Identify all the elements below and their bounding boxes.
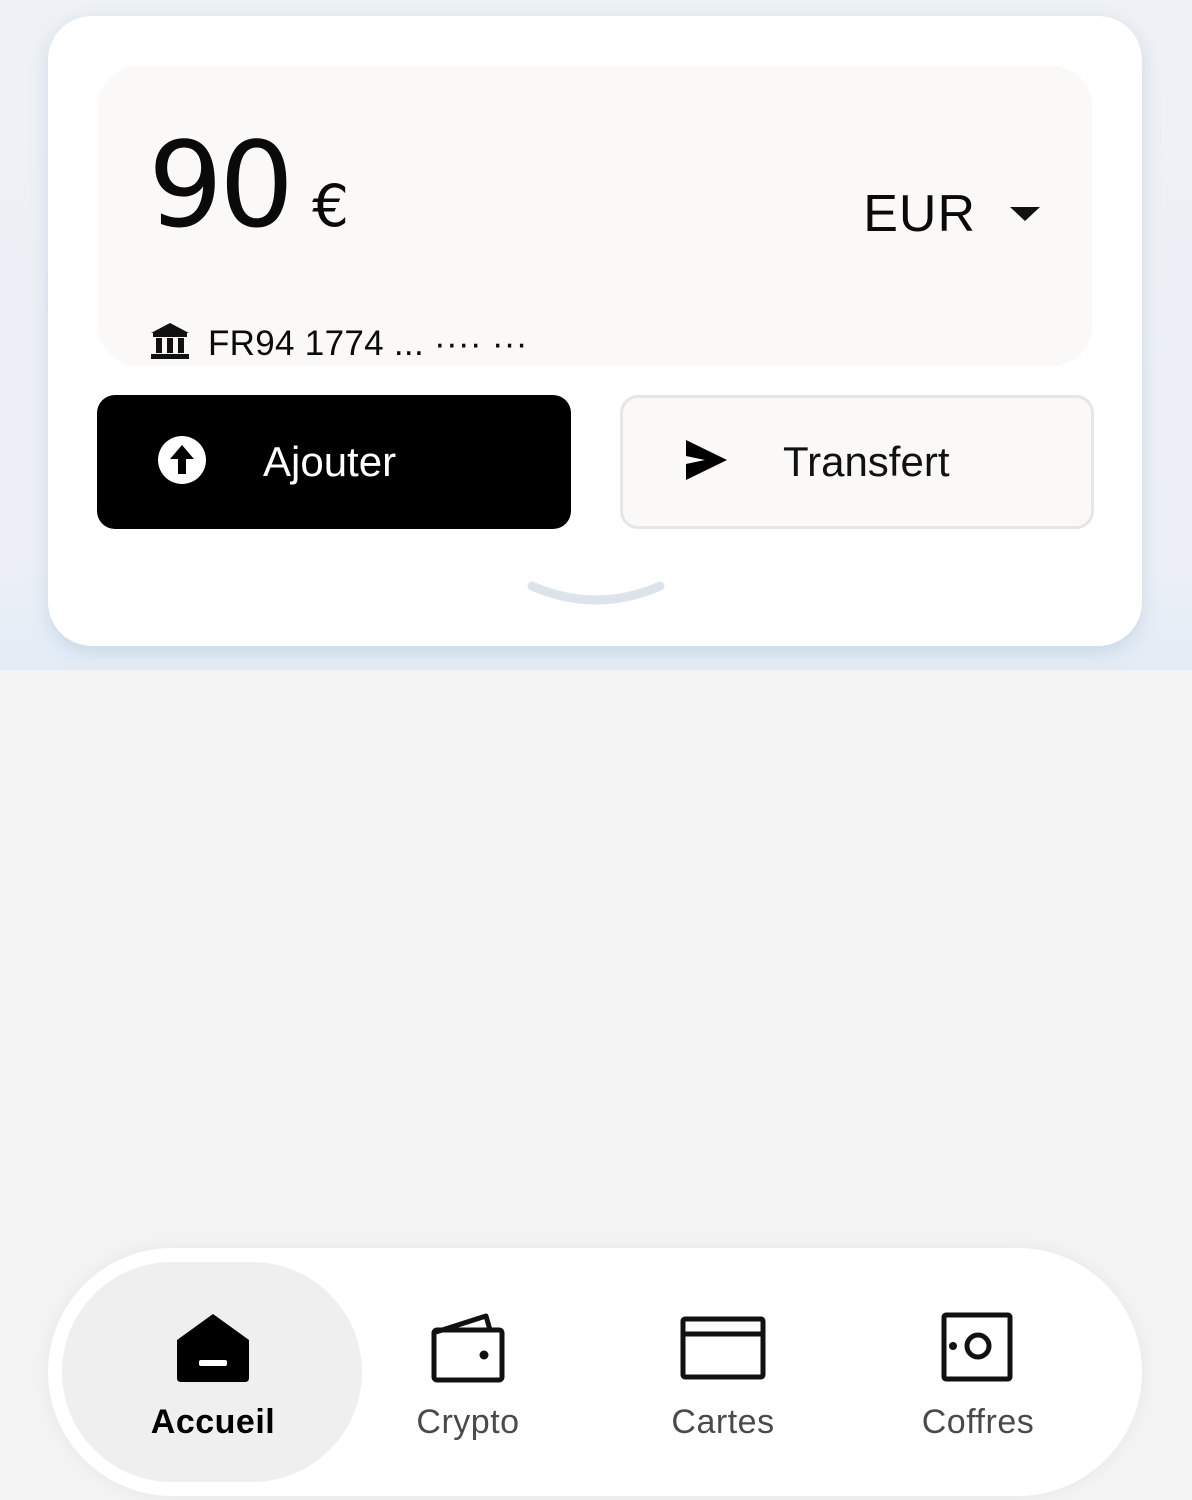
wallet-icon <box>430 1312 506 1389</box>
caret-down-icon <box>1010 207 1040 221</box>
home-icon <box>175 1312 251 1389</box>
transfer-label: Transfert <box>783 438 950 485</box>
nav-label-home: Accueil <box>150 1403 276 1441</box>
balance-currency-symbol: € <box>312 172 350 240</box>
nav-item-home[interactable]: Accueil <box>103 1312 323 1442</box>
bank-icon <box>150 322 190 365</box>
send-arrow-icon <box>683 437 729 488</box>
account-card: 90 € EUR FR94 1774 ... ···· ··· Ajouter … <box>48 16 1142 646</box>
bottom-navigation: Accueil Crypto Cartes Coffres <box>48 1248 1142 1496</box>
card-icon <box>680 1312 766 1389</box>
add-money-label: Ajouter <box>263 438 397 485</box>
balance: 90 € <box>148 126 349 244</box>
add-money-button[interactable]: Ajouter <box>97 395 571 529</box>
nav-label-cards: Cartes <box>671 1403 775 1441</box>
nav-item-cards[interactable]: Cartes <box>613 1312 833 1442</box>
expand-handle-icon[interactable] <box>526 576 666 610</box>
iban-number: FR94 1774 ... ···· ··· <box>208 323 528 363</box>
iban-row[interactable]: FR94 1774 ... ···· ··· <box>150 322 528 365</box>
transfer-button[interactable]: Transfert <box>620 395 1094 529</box>
nav-item-safes[interactable]: Coffres <box>868 1312 1088 1442</box>
currency-code: EUR <box>863 185 976 243</box>
nav-item-crypto[interactable]: Crypto <box>358 1312 578 1442</box>
currency-selector[interactable]: EUR <box>863 184 1040 244</box>
arrow-up-circle-icon <box>157 435 207 490</box>
balance-amount: 90 <box>148 116 294 254</box>
balance-panel[interactable]: 90 € EUR FR94 1774 ... ···· ··· <box>98 66 1092 366</box>
safe-icon <box>940 1312 1016 1389</box>
nav-label-crypto: Crypto <box>416 1403 520 1441</box>
nav-label-safes: Coffres <box>921 1403 1035 1441</box>
